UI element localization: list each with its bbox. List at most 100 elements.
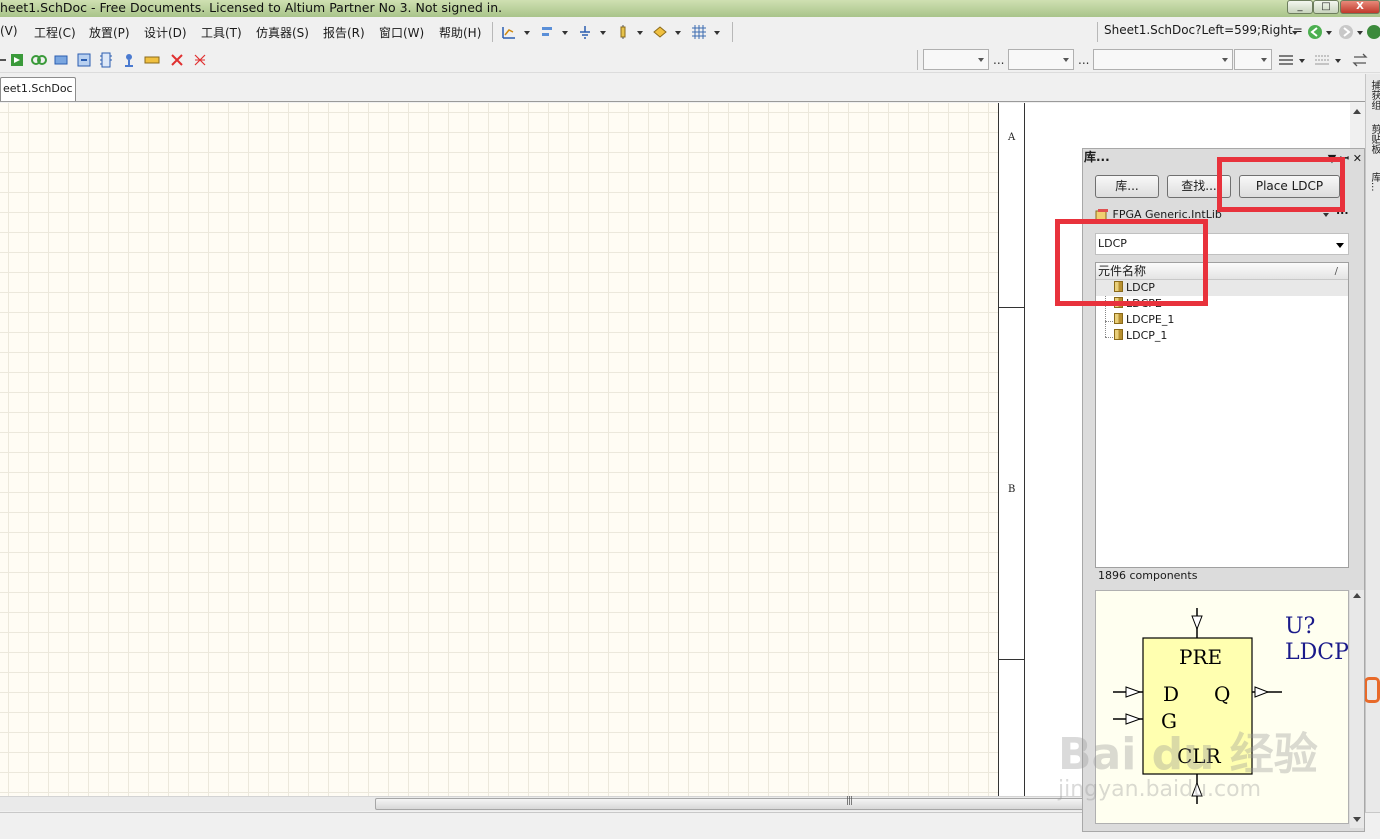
chevron-down-icon[interactable]	[1335, 59, 1341, 63]
menu-help[interactable]: 帮助(H)	[439, 24, 481, 41]
menu-reports[interactable]: 报告(R)	[323, 24, 365, 41]
chevron-down-icon[interactable]	[1299, 59, 1305, 63]
list-item[interactable]: LDCPE_1	[1096, 312, 1174, 328]
scroll-down-icon[interactable]	[1353, 817, 1361, 822]
device-sheet-icon[interactable]	[76, 52, 92, 68]
panel-title: 库...	[1084, 150, 1110, 164]
list-item[interactable]: LDCP_1	[1096, 328, 1167, 344]
pin-label-g: G	[1161, 709, 1177, 733]
menu-window[interactable]: 窗口(W)	[379, 24, 424, 41]
pin-q-arrow	[1254, 686, 1270, 698]
minimize-button[interactable]: _	[1287, 0, 1313, 14]
component-icon[interactable]	[615, 24, 631, 40]
home-icon[interactable]	[1366, 24, 1380, 40]
zone-divider	[999, 659, 1024, 660]
size-combo[interactable]	[1008, 49, 1074, 70]
port-icon[interactable]	[652, 24, 668, 40]
chevron-down-icon[interactable]	[524, 31, 530, 35]
zone-label-a: A	[1008, 132, 1016, 143]
style-combo[interactable]	[1093, 49, 1233, 70]
menu-bar: (V) 工程(C) 放置(P) 设计(D) 工具(T) 仿真器(S) 报告(R)…	[0, 17, 1380, 47]
sheet-border-zone: A B	[998, 103, 1025, 796]
component-name: LDCPE_1	[1126, 313, 1175, 326]
document-tab-strip: eet1.SchDoc	[0, 74, 1365, 102]
scroll-up-icon[interactable]	[1353, 593, 1361, 598]
wire-tool-icon[interactable]	[501, 24, 517, 40]
title-bar: heet1.SchDoc - Free Documents. Licensed …	[0, 0, 1380, 17]
chevron-down-icon[interactable]	[714, 31, 720, 35]
close-button[interactable]: X	[1340, 0, 1380, 14]
menu-tools[interactable]: 工具(T)	[201, 24, 242, 41]
line-style-icon[interactable]	[1314, 52, 1330, 68]
zone-divider	[999, 307, 1024, 308]
chevron-down-icon[interactable]	[675, 31, 681, 35]
font-combo[interactable]	[923, 49, 989, 70]
bus-entry-icon[interactable]	[98, 52, 114, 68]
toolbar-separator	[732, 22, 733, 42]
schematic-canvas[interactable]	[0, 103, 999, 796]
align-icon[interactable]	[540, 24, 556, 40]
chevron-down-icon[interactable]	[637, 31, 643, 35]
dock-tab-libraries[interactable]: 库...	[1368, 172, 1380, 192]
toolbar-separator	[492, 22, 493, 42]
component-name: LDCP_1	[1126, 329, 1168, 342]
no-erc-icon[interactable]	[169, 52, 185, 68]
pin-g-arrow	[1125, 713, 1142, 725]
window-title: heet1.SchDoc - Free Documents. Licensed …	[0, 0, 503, 15]
highlight-box-place-button	[1217, 157, 1345, 212]
dock-tab-capture[interactable]: 捕获组	[1368, 80, 1380, 110]
preview-scrollbar[interactable]	[1350, 590, 1364, 828]
back-icon[interactable]	[1307, 24, 1323, 40]
compile-mask-icon[interactable]	[192, 52, 208, 68]
address-field[interactable]: Sheet1.SchDoc?Left=599;Right=	[1104, 23, 1303, 37]
menu-place[interactable]: 放置(P)	[89, 24, 130, 41]
chevron-down-icon[interactable]	[562, 31, 568, 35]
designator-label: U?	[1285, 614, 1315, 639]
scroll-thumb[interactable]	[375, 798, 1085, 810]
menu-view[interactable]: (V)	[0, 24, 18, 38]
pin-label-pre: PRE	[1179, 645, 1222, 669]
scroll-grip-icon: |||	[846, 796, 853, 806]
dock-tab-clipboard[interactable]: 剪贴板	[1368, 124, 1380, 154]
pin-d-arrow	[1125, 686, 1142, 698]
forward-icon[interactable]	[1338, 24, 1354, 40]
sheet-symbol-icon[interactable]	[53, 52, 69, 68]
chevron-down-icon[interactable]	[600, 31, 606, 35]
grid-icon[interactable]	[691, 24, 707, 40]
pin-pre-arrow	[1191, 615, 1203, 631]
harness-icon[interactable]	[31, 52, 47, 68]
pin-label-clr: CLR	[1177, 744, 1222, 768]
scroll-up-icon[interactable]	[1353, 109, 1361, 114]
arrange-icon[interactable]	[1352, 52, 1368, 68]
libraries-button[interactable]: 库...	[1095, 175, 1159, 198]
chevron-down-icon[interactable]	[1326, 31, 1332, 35]
ground-icon[interactable]	[577, 24, 593, 40]
maximize-button[interactable]: □	[1313, 0, 1339, 14]
highlight-box-search-result	[1055, 219, 1208, 306]
component-list: 元件名称 / LDCP LDCPE LDCPE_1 LDCP_1	[1095, 262, 1349, 568]
sort-indicator: /	[1334, 266, 1338, 277]
menu-simulator[interactable]: 仿真器(S)	[256, 24, 309, 41]
component-preview: PRE D G Q CLR U? LDCP	[1095, 590, 1349, 824]
menu-project[interactable]: 工程(C)	[34, 24, 76, 41]
directive-icon[interactable]	[144, 52, 160, 68]
combo-ellipsis: ...	[1078, 53, 1090, 67]
horizontal-scrollbar[interactable]	[0, 796, 1085, 811]
pin-clr-arrow	[1191, 781, 1203, 797]
pin-label-q: Q	[1214, 682, 1230, 706]
menu-design[interactable]: 设计(D)	[144, 24, 187, 41]
pin-label-d: D	[1163, 682, 1179, 706]
toolbar-separator	[1097, 22, 1098, 42]
schematic-toolbar: ... ...	[0, 47, 1380, 73]
line-width-icon[interactable]	[1278, 52, 1294, 68]
tab-sheet1[interactable]: eet1.SchDoc	[0, 77, 76, 101]
chevron-down-icon[interactable]	[1292, 31, 1298, 35]
weight-combo[interactable]	[1234, 49, 1272, 70]
right-dock-bar: 捕获组 剪贴板 库...	[1365, 74, 1380, 839]
sheet-entry-icon[interactable]	[9, 52, 25, 68]
harness-entry-icon[interactable]	[121, 52, 137, 68]
floating-widget-icon[interactable]	[1364, 677, 1380, 703]
chevron-down-icon[interactable]	[1357, 31, 1363, 35]
chevron-down-icon[interactable]	[1323, 213, 1329, 217]
ldcp-symbol-preview: PRE D G Q CLR U? LDCP	[1113, 608, 1348, 804]
